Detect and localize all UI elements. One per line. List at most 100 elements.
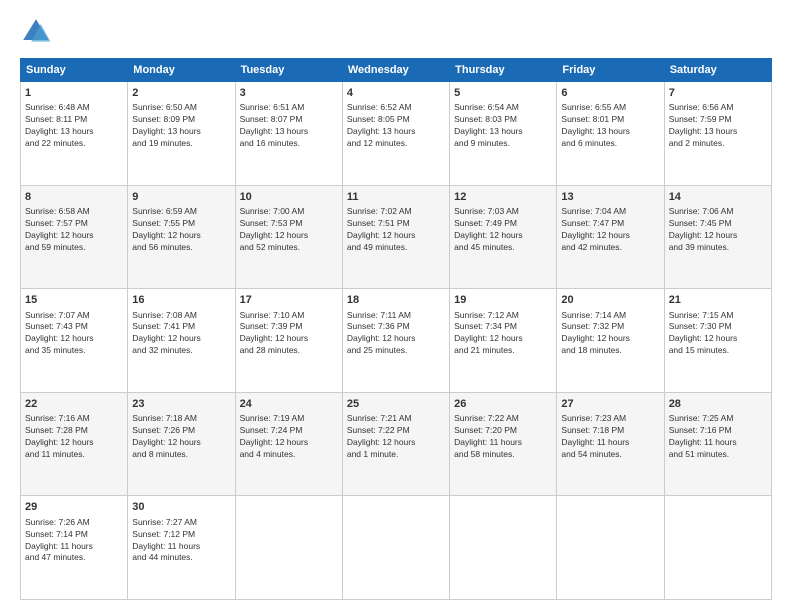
day-info: Sunrise: 7:23 AM Sunset: 7:18 PM Dayligh…	[561, 413, 659, 461]
page: SundayMondayTuesdayWednesdayThursdayFrid…	[0, 0, 792, 612]
day-number: 29	[25, 500, 123, 515]
calendar-cell: 26Sunrise: 7:22 AM Sunset: 7:20 PM Dayli…	[450, 392, 557, 496]
day-number: 14	[669, 190, 767, 205]
day-number: 1	[25, 86, 123, 101]
calendar-cell: 29 Sunrise: 7:26 AM Sunset: 7:14 PM Dayli…	[21, 496, 128, 600]
calendar-cell	[342, 496, 449, 600]
day-info: Sunrise: 7:11 AM Sunset: 7:36 PM Dayligh…	[347, 310, 445, 358]
day-info: Sunrise: 6:52 AM Sunset: 8:05 PM Dayligh…	[347, 102, 445, 150]
calendar-cell: 10Sunrise: 7:00 AM Sunset: 7:53 PM Dayli…	[235, 185, 342, 289]
day-number: 24	[240, 397, 338, 412]
col-header-monday: Monday	[128, 59, 235, 82]
day-info: Sunrise: 6:48 AM Sunset: 8:11 PM Dayligh…	[25, 102, 123, 150]
week-row-2: 8Sunrise: 6:58 AM Sunset: 7:57 PM Daylig…	[21, 185, 772, 289]
day-info: Sunrise: 6:51 AM Sunset: 8:07 PM Dayligh…	[240, 102, 338, 150]
calendar-cell	[235, 496, 342, 600]
calendar-cell: 5Sunrise: 6:54 AM Sunset: 8:03 PM Daylig…	[450, 82, 557, 186]
calendar-cell: 21Sunrise: 7:15 AM Sunset: 7:30 PM Dayli…	[664, 289, 771, 393]
day-number: 3	[240, 86, 338, 101]
day-number: 15	[25, 293, 123, 308]
day-info: Sunrise: 7:08 AM Sunset: 7:41 PM Dayligh…	[132, 310, 230, 358]
day-number: 8	[25, 190, 123, 205]
day-info: Sunrise: 7:15 AM Sunset: 7:30 PM Dayligh…	[669, 310, 767, 358]
logo	[20, 16, 56, 48]
day-number: 11	[347, 190, 445, 205]
calendar-cell: 12Sunrise: 7:03 AM Sunset: 7:49 PM Dayli…	[450, 185, 557, 289]
calendar-cell: 19 Sunrise: 7:12 AM Sunset: 7:34 PM Dayli…	[450, 289, 557, 393]
day-number: 26	[454, 397, 552, 412]
calendar-cell: 30 Sunrise: 7:27 AM Sunset: 7:12 PM Dayli…	[128, 496, 235, 600]
calendar-cell	[557, 496, 664, 600]
calendar-cell: 28Sunrise: 7:25 AM Sunset: 7:16 PM Dayli…	[664, 392, 771, 496]
day-info: Sunrise: 6:58 AM Sunset: 7:57 PM Dayligh…	[25, 206, 123, 254]
calendar-cell: 7Sunrise: 6:56 AM Sunset: 7:59 PM Daylig…	[664, 82, 771, 186]
col-header-saturday: Saturday	[664, 59, 771, 82]
calendar-cell: 4Sunrise: 6:52 AM Sunset: 8:05 PM Daylig…	[342, 82, 449, 186]
header	[20, 16, 772, 48]
col-header-thursday: Thursday	[450, 59, 557, 82]
logo-icon	[20, 16, 52, 48]
day-info: Sunrise: 7:02 AM Sunset: 7:51 PM Dayligh…	[347, 206, 445, 254]
day-number: 7	[669, 86, 767, 101]
col-header-friday: Friday	[557, 59, 664, 82]
day-info: Sunrise: 7:07 AM Sunset: 7:43 PM Dayligh…	[25, 310, 123, 358]
day-info: Sunrise: 7:26 AM Sunset: 7:14 PM Dayligh…	[25, 517, 123, 565]
day-info: Sunrise: 7:27 AM Sunset: 7:12 PM Dayligh…	[132, 517, 230, 565]
day-number: 13	[561, 190, 659, 205]
day-info: Sunrise: 7:14 AM Sunset: 7:32 PM Dayligh…	[561, 310, 659, 358]
day-info: Sunrise: 7:16 AM Sunset: 7:28 PM Dayligh…	[25, 413, 123, 461]
day-number: 9	[132, 190, 230, 205]
day-number: 25	[347, 397, 445, 412]
week-row-1: 1Sunrise: 6:48 AM Sunset: 8:11 PM Daylig…	[21, 82, 772, 186]
calendar-cell: 9Sunrise: 6:59 AM Sunset: 7:55 PM Daylig…	[128, 185, 235, 289]
day-number: 30	[132, 500, 230, 515]
col-header-wednesday: Wednesday	[342, 59, 449, 82]
calendar-cell: 1Sunrise: 6:48 AM Sunset: 8:11 PM Daylig…	[21, 82, 128, 186]
day-number: 16	[132, 293, 230, 308]
day-info: Sunrise: 7:06 AM Sunset: 7:45 PM Dayligh…	[669, 206, 767, 254]
calendar-cell	[664, 496, 771, 600]
day-number: 10	[240, 190, 338, 205]
week-row-3: 15 Sunrise: 7:07 AM Sunset: 7:43 PM Dayli…	[21, 289, 772, 393]
day-number: 17	[240, 293, 338, 308]
calendar-cell: 16 Sunrise: 7:08 AM Sunset: 7:41 PM Dayli…	[128, 289, 235, 393]
day-info: Sunrise: 7:12 AM Sunset: 7:34 PM Dayligh…	[454, 310, 552, 358]
calendar-cell: 22Sunrise: 7:16 AM Sunset: 7:28 PM Dayli…	[21, 392, 128, 496]
day-number: 6	[561, 86, 659, 101]
day-number: 19	[454, 293, 552, 308]
calendar-cell: 18Sunrise: 7:11 AM Sunset: 7:36 PM Dayli…	[342, 289, 449, 393]
day-info: Sunrise: 6:55 AM Sunset: 8:01 PM Dayligh…	[561, 102, 659, 150]
day-number: 27	[561, 397, 659, 412]
day-info: Sunrise: 7:18 AM Sunset: 7:26 PM Dayligh…	[132, 413, 230, 461]
day-info: Sunrise: 7:03 AM Sunset: 7:49 PM Dayligh…	[454, 206, 552, 254]
calendar-cell: 8Sunrise: 6:58 AM Sunset: 7:57 PM Daylig…	[21, 185, 128, 289]
header-row: SundayMondayTuesdayWednesdayThursdayFrid…	[21, 59, 772, 82]
day-number: 12	[454, 190, 552, 205]
day-info: Sunrise: 7:10 AM Sunset: 7:39 PM Dayligh…	[240, 310, 338, 358]
calendar-table: SundayMondayTuesdayWednesdayThursdayFrid…	[20, 58, 772, 600]
calendar-cell: 24Sunrise: 7:19 AM Sunset: 7:24 PM Dayli…	[235, 392, 342, 496]
calendar-cell: 13Sunrise: 7:04 AM Sunset: 7:47 PM Dayli…	[557, 185, 664, 289]
col-header-tuesday: Tuesday	[235, 59, 342, 82]
calendar-cell: 27Sunrise: 7:23 AM Sunset: 7:18 PM Dayli…	[557, 392, 664, 496]
calendar-cell: 20 Sunrise: 7:14 AM Sunset: 7:32 PM Dayli…	[557, 289, 664, 393]
calendar-cell: 14Sunrise: 7:06 AM Sunset: 7:45 PM Dayli…	[664, 185, 771, 289]
day-info: Sunrise: 6:50 AM Sunset: 8:09 PM Dayligh…	[132, 102, 230, 150]
col-header-sunday: Sunday	[21, 59, 128, 82]
day-number: 5	[454, 86, 552, 101]
day-info: Sunrise: 7:22 AM Sunset: 7:20 PM Dayligh…	[454, 413, 552, 461]
week-row-4: 22Sunrise: 7:16 AM Sunset: 7:28 PM Dayli…	[21, 392, 772, 496]
day-number: 20	[561, 293, 659, 308]
day-info: Sunrise: 7:04 AM Sunset: 7:47 PM Dayligh…	[561, 206, 659, 254]
calendar-cell: 17 Sunrise: 7:10 AM Sunset: 7:39 PM Dayli…	[235, 289, 342, 393]
day-number: 22	[25, 397, 123, 412]
day-number: 28	[669, 397, 767, 412]
calendar-cell: 23Sunrise: 7:18 AM Sunset: 7:26 PM Dayli…	[128, 392, 235, 496]
calendar-cell: 2Sunrise: 6:50 AM Sunset: 8:09 PM Daylig…	[128, 82, 235, 186]
calendar-cell: 3Sunrise: 6:51 AM Sunset: 8:07 PM Daylig…	[235, 82, 342, 186]
calendar-cell: 25Sunrise: 7:21 AM Sunset: 7:22 PM Dayli…	[342, 392, 449, 496]
day-info: Sunrise: 6:54 AM Sunset: 8:03 PM Dayligh…	[454, 102, 552, 150]
day-number: 4	[347, 86, 445, 101]
week-row-5: 29 Sunrise: 7:26 AM Sunset: 7:14 PM Dayli…	[21, 496, 772, 600]
day-info: Sunrise: 7:00 AM Sunset: 7:53 PM Dayligh…	[240, 206, 338, 254]
